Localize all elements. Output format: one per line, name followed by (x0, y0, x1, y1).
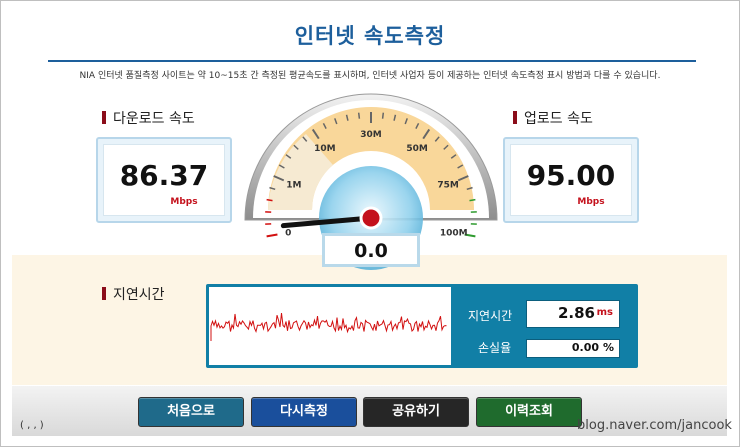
latency-stat-value: 2.86 (557, 304, 595, 322)
loss-stat-value: 0.00 (571, 341, 599, 354)
current-speed-value: 0.0 (354, 240, 388, 262)
latency-stat-unit: ms (596, 307, 613, 318)
loss-stat-unit: % (602, 341, 614, 354)
latency-panel: 지연시간 2.86 ms 손실율 0.00 % (206, 284, 638, 368)
remeasure-button[interactable]: 다시측정 (251, 397, 357, 427)
speed-gauge: 0 1M 10M 30M 50M 75M 100M (244, 93, 498, 270)
gauge-tick-label: 75M (437, 181, 459, 191)
latency-graph-svg (210, 313, 447, 341)
latency-stat-box: 2.86 ms (526, 300, 620, 328)
gauge-minor-tick (381, 112, 385, 119)
gauge-minor-tick (357, 112, 361, 119)
home-button[interactable]: 처음으로 (138, 397, 244, 427)
watermark-text: blog.naver.com/jancook (577, 418, 732, 433)
gauge-major-tick (266, 233, 278, 238)
gauge-center-cap (359, 206, 383, 230)
current-speed-box: 0.0 (322, 233, 420, 267)
gauge-tick-label: 1M (286, 181, 301, 191)
latency-label: 지연시간 (102, 284, 165, 304)
section-marker-icon (102, 287, 106, 300)
gauge-tick-label: 10M (314, 144, 336, 154)
gauge-tick-label: 100M (440, 229, 468, 239)
gauge-minor-tick (266, 198, 273, 202)
coordinate-readout: ( , , ) (20, 420, 44, 431)
latency-graph (209, 287, 451, 365)
gauge-tick-label: 0 (285, 229, 291, 239)
latency-line (210, 313, 447, 341)
latency-stat-label: 지연시간 (468, 309, 513, 323)
history-button[interactable]: 이력조회 (476, 397, 582, 427)
loss-stat-label: 손실율 (478, 341, 512, 355)
share-button[interactable]: 공유하기 (363, 397, 469, 427)
gauge-tick-label: 30M (360, 130, 382, 140)
gauge-tick-label: 50M (406, 144, 428, 154)
loss-stat-box: 0.00 % (526, 339, 620, 358)
latency-label-text: 지연시간 (113, 287, 165, 303)
gauge-minor-tick (469, 198, 476, 202)
